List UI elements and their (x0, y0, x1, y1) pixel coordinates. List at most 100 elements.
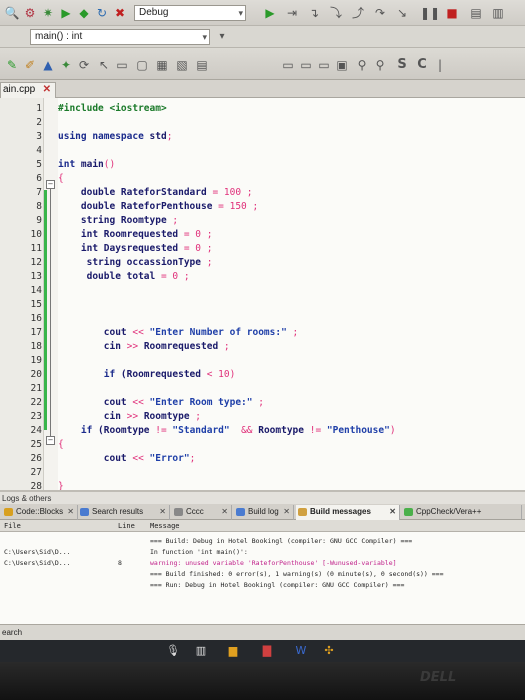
rebuild-icon[interactable]: ↻ (94, 5, 110, 21)
cog-icon[interactable]: ⚙ (22, 5, 38, 21)
fold-toggle-icon[interactable]: − (46, 436, 55, 445)
column-file[interactable]: File (4, 522, 21, 530)
box-d-icon[interactable]: ▣ (334, 57, 350, 73)
chart-icon[interactable]: ▲ (40, 57, 56, 73)
column-message[interactable]: Message (150, 522, 180, 530)
panel-icon[interactable]: ▤ (194, 57, 210, 73)
column-line[interactable]: Line (118, 522, 135, 530)
tab-log-5[interactable]: Build messages ✕ (296, 505, 400, 520)
code-line: cin >> Roomrequested ; (58, 341, 230, 352)
app-red-icon[interactable]: ▇ (260, 644, 274, 658)
abort-icon[interactable]: ✖ (112, 5, 128, 21)
magnifier-icon[interactable]: 🔍 (4, 5, 20, 21)
layers-icon[interactable]: ▧ (174, 57, 190, 73)
close-icon[interactable]: ✕ (389, 505, 396, 519)
brush-icon[interactable]: ✐ (22, 57, 38, 73)
close-icon[interactable]: ✕ (221, 505, 228, 519)
symbol-c-button[interactable]: C (414, 57, 430, 73)
stop-debug-icon[interactable]: ■ (444, 5, 460, 21)
dell-logo: DELL (420, 670, 457, 685)
info-icon[interactable]: ▥ (490, 5, 506, 21)
close-icon[interactable]: ✕ (43, 83, 51, 97)
line-number: 7 (36, 187, 42, 198)
box-c-icon[interactable]: ▭ (316, 57, 332, 73)
step-instruction-icon[interactable]: ↘ (394, 5, 410, 21)
tab-log-6[interactable]: CppCheck/Vera++ (402, 505, 522, 520)
edit-pencil-icon[interactable]: ✎ (4, 57, 20, 73)
debug-continue-icon[interactable]: ▶ (262, 5, 278, 21)
build-run-icon[interactable]: ◆ (76, 5, 92, 21)
word-icon[interactable]: W (294, 644, 308, 658)
line-number: 12 (30, 257, 42, 268)
code-editor[interactable]: 1 2 3 4 5 6 7 8 9 10 11 12 13 14 15 16 17 18 19 20 21 22 23 24 2… (0, 98, 525, 492)
line-number: 20 (30, 369, 42, 380)
step-into-icon[interactable]: ⤵ (328, 5, 344, 21)
table-row[interactable]: C:\Users\Sid\D... 8 warning: unused variab… (0, 558, 525, 569)
line-number: 23 (30, 411, 42, 422)
microphone-icon[interactable]: 🎙 (166, 644, 180, 658)
log-tab-icon (80, 508, 89, 516)
line-number: 17 (30, 327, 42, 338)
gear-build-icon[interactable]: ✷ (40, 5, 56, 21)
search-icon[interactable]: ⚲ (354, 57, 370, 73)
chevron-down-icon[interactable]: ▾ (214, 29, 230, 45)
tab-log-2[interactable]: Search results ✕ (78, 505, 170, 520)
tab-log-4[interactable]: Build log ✕ (234, 505, 294, 520)
debug-windows-icon[interactable]: ▤ (468, 5, 484, 21)
message-file: C:\Users\Sid\D... (4, 559, 71, 567)
codeblocks-icon[interactable]: ✣ (322, 644, 336, 658)
tab-label: Build log (248, 507, 279, 516)
block-icon[interactable]: ▭ (114, 57, 130, 73)
close-icon[interactable]: ✕ (67, 505, 74, 519)
pause-icon[interactable]: ❚❚ (420, 5, 440, 21)
box-b-icon[interactable]: ▭ (298, 57, 314, 73)
cursor-icon[interactable]: ↖ (96, 57, 112, 73)
windows-taskbar: 🎙 ▥ ▆ ▇ W ✣ (0, 640, 525, 662)
build-target-select[interactable]: Debug ▾ (134, 5, 246, 21)
back-icon[interactable]: ⟳ (76, 57, 92, 73)
box-a-icon[interactable]: ▭ (280, 57, 296, 73)
close-icon[interactable]: ✕ (159, 505, 166, 519)
code-line: string Roomtype ; (58, 215, 179, 226)
ide-screen: 🔍 ⚙ ✷ ▶ ◆ ↻ ✖ Debug ▾ ▶ ⇥ ↴ ⤵ ⤴ ↷ ↘ ❚❚ ■… (0, 0, 525, 640)
log-tab-icon (404, 508, 413, 516)
run-to-cursor-icon[interactable]: ⇥ (284, 5, 300, 21)
code-line: string occassionType ; (58, 257, 213, 268)
next-instruction-icon[interactable]: ↷ (372, 5, 388, 21)
log-tab-icon (298, 508, 307, 516)
file-explorer-icon[interactable]: ▆ (226, 644, 240, 658)
tab-log-3[interactable]: Cccc ✕ (172, 505, 232, 520)
step-out-icon[interactable]: ⤴ (350, 5, 366, 21)
tab-main-cpp[interactable]: ain.cpp ✕ (0, 82, 56, 98)
close-icon[interactable]: ✕ (283, 505, 290, 519)
line-number: 18 (30, 341, 42, 352)
line-number: 14 (30, 285, 42, 296)
run-icon[interactable]: ▶ (58, 5, 74, 21)
code-line: if (Roomtype != "Standard" && Roomtype !… (58, 425, 396, 436)
line-number: 15 (30, 299, 42, 310)
table-row[interactable]: === Build finished: 0 error(s), 1 warnin… (0, 569, 525, 580)
fold-toggle-icon[interactable]: − (46, 180, 55, 189)
message-text: In function 'int main()': (150, 548, 248, 556)
tab-label: ain.cpp (3, 84, 36, 95)
symbol-s-button[interactable]: S (394, 57, 410, 73)
logs-panel: Logs & others Code::Blocks ✕ Search result… (0, 490, 525, 640)
function-scope-select[interactable]: main() : int ▾ (30, 29, 210, 45)
table-row[interactable]: C:\Users\Sid\D... In function 'int main()… (0, 547, 525, 558)
script-icon[interactable]: ✦ (58, 57, 74, 73)
line-number: 24 (30, 425, 42, 436)
message-text: === Build: Debug in Hotel Bookingl (comp… (150, 537, 413, 545)
find-icon[interactable]: ⚲ (372, 57, 388, 73)
log-tab-icon (4, 508, 13, 516)
window-icon[interactable]: ▢ (134, 57, 150, 73)
fold-line (50, 189, 51, 439)
tab-log-1[interactable]: Code::Blocks ✕ (2, 505, 78, 520)
line-number: 16 (30, 313, 42, 324)
line-number: 6 (36, 173, 42, 184)
table-row[interactable]: === Build: Debug in Hotel Bookingl (comp… (0, 536, 525, 547)
line-number: 1 (36, 103, 42, 114)
task-view-icon[interactable]: ▥ (194, 644, 208, 658)
picture-icon[interactable]: ▦ (154, 57, 170, 73)
table-row[interactable]: === Run: Debug in Hotel Bookingl (compil… (0, 580, 525, 591)
next-line-icon[interactable]: ↴ (306, 5, 322, 21)
